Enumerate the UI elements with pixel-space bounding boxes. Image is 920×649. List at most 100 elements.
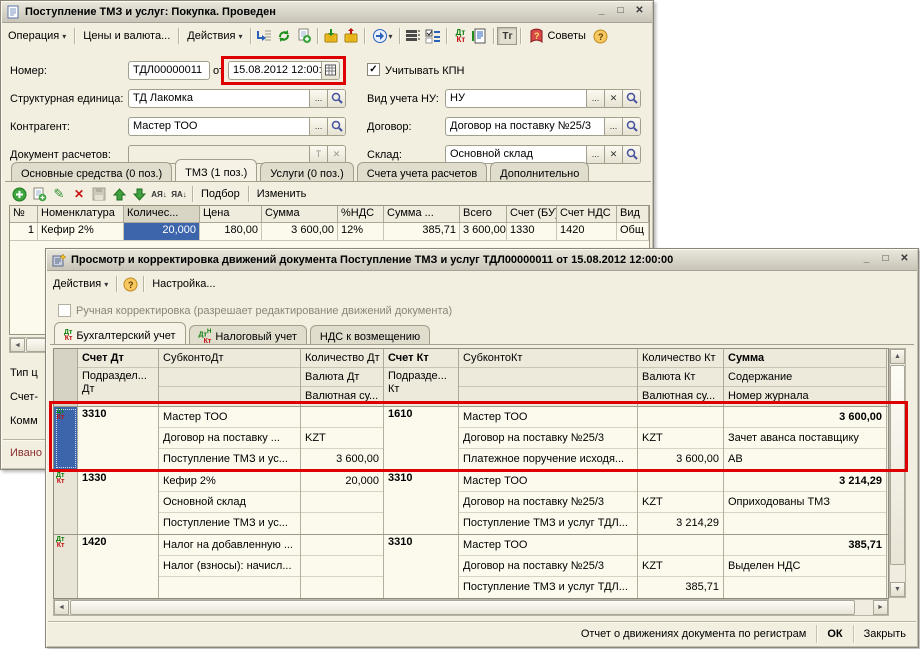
cell-quantity-kt[interactable]: KZT3 214,29	[638, 471, 724, 534]
delete-row-button[interactable]: ✕	[69, 185, 89, 203]
cell-subconto-kt[interactable]: Мастер ТООДоговор на поставку №25/3Посту…	[459, 535, 638, 598]
responsible-value[interactable]: Ивано	[10, 447, 46, 459]
col-header-nomenclature[interactable]: Номенклатура	[38, 206, 124, 223]
tenge-accounting-toggle[interactable]: Тг	[497, 27, 517, 45]
col-header-quantity-dt[interactable]: Количество ДтВалюта ДтВалютная су...	[301, 349, 384, 406]
cell-account-vat[interactable]: 1420	[557, 223, 617, 241]
cell-quantity-kt[interactable]: KZT3 600,00	[638, 407, 724, 470]
col-header-subconto-kt[interactable]: СубконтоКт	[459, 349, 638, 406]
movements-hscrollbar[interactable]: ◄ ►	[53, 599, 889, 616]
magnifier-icon[interactable]	[327, 118, 345, 135]
cell-kind[interactable]: Общ	[617, 223, 649, 241]
operation-menu-button[interactable]: Операция▾	[3, 28, 71, 44]
row-icon-column-header[interactable]	[54, 349, 78, 406]
copy-new-button[interactable]	[294, 27, 314, 45]
add-row-button[interactable]	[9, 185, 29, 203]
minimize-button[interactable]: _	[594, 5, 609, 19]
scroll-left-button[interactable]: ◄	[54, 600, 69, 615]
row-icon-cell[interactable]: ДтКт	[54, 535, 78, 598]
cell-quantity-selected[interactable]: 20,000	[124, 223, 200, 241]
col-header-subconto-dt[interactable]: СубконтоДт	[159, 349, 301, 406]
row-icon-cell-selected[interactable]: ДтКт	[54, 407, 78, 470]
list-settings-button[interactable]	[423, 27, 443, 45]
actions-menu-button[interactable]: Действия▾	[182, 28, 247, 44]
magnifier-icon[interactable]	[622, 146, 640, 163]
move-up-button[interactable]	[109, 185, 129, 203]
number-input[interactable]: ТДЛ00000011	[128, 61, 210, 80]
select-dots-button[interactable]: ...	[604, 118, 622, 135]
cell-subconto-kt[interactable]: Мастер ТООДоговор на поставку №25/3Плате…	[459, 407, 638, 470]
cell-quantity-dt[interactable]: 20,000	[301, 471, 384, 534]
post-document-button[interactable]	[254, 27, 274, 45]
prices-currency-button[interactable]: Цены и валюта...	[78, 28, 175, 44]
copy-row-button[interactable]	[29, 185, 49, 203]
close-button[interactable]: Закрыть	[860, 626, 910, 642]
purchase-book-button[interactable]	[321, 27, 341, 45]
cell-subconto-dt[interactable]: Мастер ТООДоговор на поставку ...Поступл…	[159, 407, 301, 470]
cell-quantity-kt[interactable]: KZT385,71	[638, 535, 724, 598]
ok-button[interactable]: ОК	[823, 626, 846, 642]
cell-account-kt[interactable]: 3310	[384, 535, 459, 598]
cell-vat-pct[interactable]: 12%	[338, 223, 384, 241]
col-header-account-kt[interactable]: Счет Кт Подразде... Кт	[384, 349, 459, 406]
col-header-price[interactable]: Цена	[200, 206, 262, 223]
scroll-right-button[interactable]: ►	[873, 600, 888, 615]
cell-price[interactable]: 180,00	[200, 223, 262, 241]
tab-accounting[interactable]: ДтКт Бухгалтерский учет	[54, 322, 186, 345]
cell-account-kt[interactable]: 1610	[384, 407, 459, 470]
tab-services[interactable]: Услуги (0 поз.)	[260, 162, 353, 182]
cell-nomenclature[interactable]: Кефир 2%	[38, 223, 124, 241]
list-structure-button[interactable]	[403, 27, 423, 45]
calendar-icon[interactable]	[321, 62, 339, 79]
minimize-button[interactable]: _	[859, 253, 874, 267]
movements-window-titlebar[interactable]: Просмотр и корректировка движений докуме…	[47, 250, 917, 271]
scroll-thumb[interactable]	[70, 600, 855, 615]
cell-quantity-dt[interactable]	[301, 535, 384, 598]
scroll-up-button[interactable]: ▲	[890, 349, 905, 364]
maximize-button[interactable]: □	[878, 253, 893, 267]
col-header-kind[interactable]: Вид	[617, 206, 649, 223]
col-header-quantity-kt[interactable]: Количество КтВалюта КтВалютная су...	[638, 349, 724, 406]
document-window-titlebar[interactable]: Поступление ТМЗ и услуг: Покупка. Провед…	[2, 2, 652, 23]
clear-icon[interactable]: ✕	[604, 90, 622, 107]
go-to-button[interactable]: ▾	[368, 27, 396, 45]
cell-total[interactable]: 3 600,00	[460, 223, 507, 241]
cell-sum[interactable]: 3 600,00Зачет аванса поставщикуАВ	[724, 407, 887, 470]
clear-icon[interactable]: ✕	[604, 146, 622, 163]
cell-num[interactable]: 1	[10, 223, 38, 241]
tab-settlement-accounts[interactable]: Счета учета расчетов	[357, 162, 487, 182]
magnifier-icon[interactable]	[622, 118, 640, 135]
izmenit-button[interactable]: Изменить	[252, 186, 312, 202]
podbor-button[interactable]: Подбор	[196, 186, 245, 202]
maximize-button[interactable]: □	[613, 5, 628, 19]
scroll-left-button[interactable]: ◄	[10, 338, 25, 352]
col-header-account-vat[interactable]: Счет НДС	[557, 206, 617, 223]
report-button[interactable]	[470, 27, 490, 45]
movement-row-2[interactable]: ДтКт 1330 Кефир 2%Основной складПоступле…	[54, 470, 888, 534]
movements-vscrollbar[interactable]: ▲ ▼	[889, 348, 906, 598]
row-icon-cell[interactable]: ДтКт	[54, 471, 78, 534]
cell-sum[interactable]: 3 214,29Оприходованы ТМЗ	[724, 471, 887, 534]
move-down-button[interactable]	[129, 185, 149, 203]
magnifier-icon[interactable]	[622, 90, 640, 107]
sort-asc-button[interactable]: АЯ↓	[149, 185, 169, 203]
col-header-account-bu[interactable]: Счет (БУ)	[507, 206, 557, 223]
close-button[interactable]: ✕	[897, 253, 912, 267]
cell-quantity-dt[interactable]: KZT3 600,00	[301, 407, 384, 470]
date-input[interactable]: 15.08.2012 12:00:00	[228, 61, 340, 80]
nu-kind-input[interactable]: НУ ... ✕	[445, 89, 641, 108]
sort-desc-button[interactable]: ЯА↓	[169, 185, 189, 203]
cell-subconto-dt[interactable]: Кефир 2%Основной складПоступление ТМЗ и …	[159, 471, 301, 534]
scroll-thumb[interactable]	[890, 365, 905, 565]
tab-additional[interactable]: Дополнительно	[490, 162, 589, 182]
actions-menu-button[interactable]: Действия▾	[48, 276, 113, 292]
cell-subconto-dt[interactable]: Налог на добавленную ...Налог (взносы): …	[159, 535, 301, 598]
col-header-vat-pct[interactable]: %НДС	[338, 206, 384, 223]
cell-account-kt[interactable]: 3310	[384, 471, 459, 534]
select-dots-button[interactable]: ...	[309, 118, 327, 135]
register-report-button[interactable]: Отчет о движениях документа по регистрам	[577, 626, 811, 642]
cell-account-dt[interactable]: 1420	[78, 535, 159, 598]
manual-correction-checkbox[interactable]	[58, 304, 71, 317]
cell-account-dt[interactable]: 3310	[78, 407, 159, 470]
tab-tax-accounting[interactable]: ДтНКт Налоговый учет	[189, 325, 307, 345]
